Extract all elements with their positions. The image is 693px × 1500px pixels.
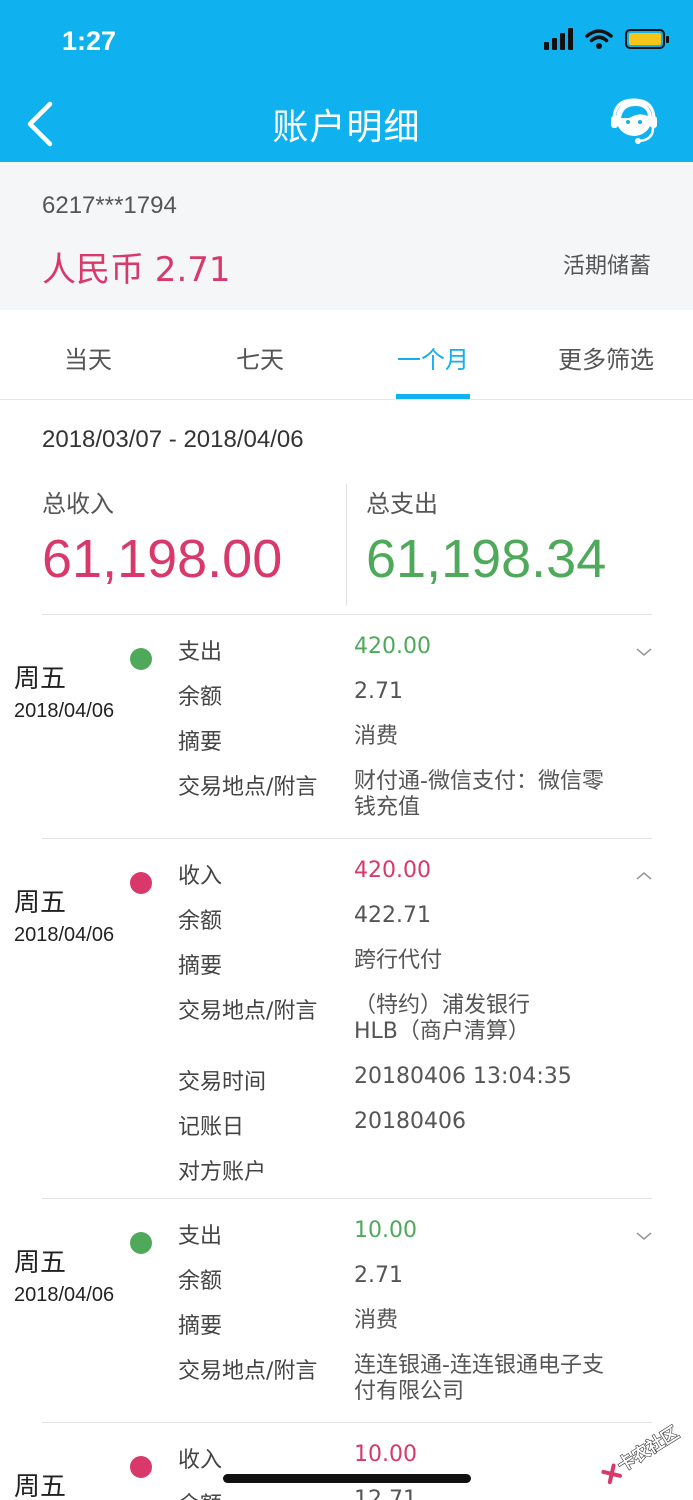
summary-label: 摘要 xyxy=(178,730,223,755)
chevron-down-icon[interactable] xyxy=(634,642,654,662)
place-label: 交易地点/附言 xyxy=(178,1359,318,1384)
place-label: 交易地点/附言 xyxy=(178,999,318,1024)
page-title: 账户明细 xyxy=(272,107,421,148)
signal-icon xyxy=(544,28,573,50)
income-total-value: 61,198.00 xyxy=(42,529,283,589)
divider xyxy=(42,1198,652,1199)
account-type: 活期储蓄 xyxy=(562,254,651,279)
status-icons xyxy=(544,28,669,50)
battery-icon xyxy=(625,29,669,49)
counterparty-label: 对方账户 xyxy=(178,1160,267,1185)
customer-service-button[interactable] xyxy=(609,96,663,148)
balance-value: 2.71 xyxy=(354,679,403,704)
amount-label: 支出 xyxy=(178,1224,223,1249)
summary-value: 跨行代付 xyxy=(354,948,443,973)
amount-label: 收入 xyxy=(178,1448,223,1473)
tab-today[interactable]: 当天 xyxy=(64,340,112,375)
place-value: 财付通-微信支付：微信零 钱充值 xyxy=(354,769,604,820)
status-time: 1:27 xyxy=(62,26,117,56)
transaction-item[interactable]: 周五 2018/04/06 收入 420.00 余额 422.71 摘要 跨行代… xyxy=(0,858,693,1198)
amount-label: 支出 xyxy=(178,640,223,665)
summary-value: 消费 xyxy=(354,1308,399,1333)
transaction-time-value: 20180406 13:04:35 xyxy=(354,1064,572,1089)
summary-divider xyxy=(346,484,347,606)
balance-label: 余额 xyxy=(178,909,223,934)
balance-label: 余额 xyxy=(178,1269,223,1294)
account-balance: 人民币 2.71 xyxy=(42,250,231,290)
account-number: 6217***1794 xyxy=(42,192,177,219)
transaction-item[interactable]: 周五 2018/04/06 支出 420.00 余额 2.71 摘要 消费 交易… xyxy=(0,634,693,838)
chevron-down-icon[interactable] xyxy=(634,1226,654,1246)
customer-service-icon xyxy=(611,98,657,144)
home-indicator[interactable] xyxy=(223,1474,471,1483)
place-value: （特约）浦发银行 HLB（商户清算） xyxy=(354,993,531,1044)
transaction-weekday: 周五 xyxy=(14,1248,67,1278)
place-value: 连连银通-连连银通电子支 付有限公司 xyxy=(354,1353,604,1404)
transaction-date: 2018/04/06 xyxy=(14,1284,115,1306)
expense-dot xyxy=(130,648,152,670)
balance-label: 余额 xyxy=(178,1487,222,1500)
balance-value: 12.71 xyxy=(354,1487,417,1500)
summary-label: 摘要 xyxy=(178,1314,223,1339)
amount-value: 10.00 xyxy=(354,1218,417,1243)
divider xyxy=(42,614,652,615)
date-filter-tabs: 当天 七天 一个月 更多筛选 xyxy=(0,310,693,400)
balance-value: 422.71 xyxy=(354,903,431,928)
date-range: 2018/03/07 - 2018/04/06 xyxy=(42,426,304,453)
transaction-item[interactable]: 周五 2018/04/06 支出 10.00 余额 2.71 摘要 消费 交易地… xyxy=(0,1218,693,1422)
tab-one-month[interactable]: 一个月 xyxy=(397,340,469,375)
income-total-label: 总收入 xyxy=(42,490,114,518)
post-date-value: 20180406 xyxy=(354,1109,466,1134)
amount-value: 420.00 xyxy=(354,858,431,883)
transaction-weekday: 周五 xyxy=(14,888,67,918)
amount-value: 10.00 xyxy=(354,1442,417,1467)
header: 1:27 账户明细 xyxy=(0,0,693,162)
wifi-icon xyxy=(585,29,613,49)
summary-value: 消费 xyxy=(354,724,399,749)
amount-label: 收入 xyxy=(178,864,223,889)
post-date-label: 记账日 xyxy=(178,1115,245,1140)
summary-label: 摘要 xyxy=(178,954,223,979)
transaction-weekday: 周五 xyxy=(14,1472,67,1500)
expense-total-label: 总支出 xyxy=(366,490,438,518)
active-tab-indicator xyxy=(396,394,470,399)
transaction-date: 2018/04/06 xyxy=(14,700,115,722)
chevron-up-icon[interactable] xyxy=(634,866,654,886)
income-dot xyxy=(130,1456,152,1478)
balance-label: 余额 xyxy=(178,685,223,710)
place-label: 交易地点/附言 xyxy=(178,775,318,800)
tab-more-filters[interactable]: 更多筛选 xyxy=(558,340,654,375)
svg-text:卡农社区: 卡农社区 xyxy=(614,1422,683,1476)
tab-seven-days[interactable]: 七天 xyxy=(236,340,284,375)
transaction-date: 2018/04/06 xyxy=(14,924,115,946)
transaction-weekday: 周五 xyxy=(14,664,67,694)
account-summary: 6217***1794 人民币 2.71 活期储蓄 xyxy=(0,162,693,310)
amount-value: 420.00 xyxy=(354,634,431,659)
income-dot xyxy=(130,872,152,894)
watermark-logo: 卡农社区 xyxy=(601,1422,683,1485)
transaction-time-label: 交易时间 xyxy=(178,1070,267,1095)
divider xyxy=(42,838,652,839)
expense-dot xyxy=(130,1232,152,1254)
expense-total-value: 61,198.34 xyxy=(366,529,607,589)
balance-value: 2.71 xyxy=(354,1263,403,1288)
divider xyxy=(42,1422,652,1423)
